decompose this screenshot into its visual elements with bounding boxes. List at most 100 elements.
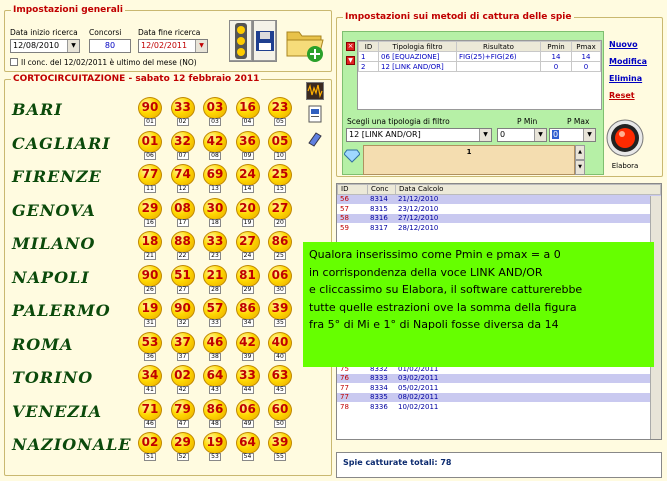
col-risultato[interactable]: Risultato: [456, 41, 541, 52]
chart-side-icon[interactable]: [306, 82, 324, 100]
chevron-down-icon[interactable]: ▼: [195, 40, 207, 52]
number-bulb[interactable]: 79 47: [170, 398, 195, 429]
number-bulb[interactable]: 86 34: [235, 298, 260, 328]
result-scroll-down[interactable]: ▼: [575, 160, 585, 175]
number-bulb[interactable]: 69 13: [203, 164, 227, 194]
gem-icon[interactable]: [343, 149, 361, 163]
last-of-month-checkbox[interactable]: [10, 58, 18, 66]
table-row[interactable]: 76 8333 03/02/2011: [337, 373, 661, 383]
number-bulb[interactable]: 37 37: [170, 331, 195, 362]
number-bulb[interactable]: 51 27: [170, 264, 195, 295]
number-bulb[interactable]: 33 44: [235, 365, 260, 395]
col-tipologia[interactable]: Tipologia filtro: [378, 41, 457, 52]
number-bulb[interactable]: 90 26: [138, 264, 162, 295]
col-data-calcolo[interactable]: Data Calcolo: [395, 184, 661, 195]
col-pmin[interactable]: Pmin: [540, 41, 572, 52]
col-pmax[interactable]: Pmax: [571, 41, 601, 52]
reset-link[interactable]: Reset: [609, 91, 659, 108]
delete-link[interactable]: Elimina: [609, 74, 659, 91]
number-bulb[interactable]: 64 43: [203, 365, 227, 395]
result-field[interactable]: 1: [363, 145, 575, 175]
number-bulb[interactable]: 86 25: [268, 231, 292, 261]
number-bulb[interactable]: 05 10: [268, 130, 292, 161]
table-row[interactable]: 77 8335 08/02/2011: [337, 392, 661, 402]
number-bulb[interactable]: 39 55: [268, 432, 292, 462]
remove-filter-icon[interactable]: ×: [346, 42, 355, 51]
number-bulb[interactable]: 40 40: [268, 331, 292, 362]
number-bulb[interactable]: 63 45: [268, 365, 292, 395]
chevron-down-icon[interactable]: ▼: [479, 129, 491, 141]
number-bulb[interactable]: 03 03: [203, 97, 227, 127]
save-button[interactable]: [253, 20, 277, 62]
number-bulb[interactable]: 90 01: [138, 97, 162, 127]
result-scroll-up[interactable]: ▲: [575, 145, 585, 160]
table-row[interactable]: 77 8334 05/02/2011: [337, 383, 661, 393]
table-row[interactable]: 2 12 [LINK AND/OR] 0 0: [358, 61, 601, 72]
number-bulb[interactable]: 24 14: [235, 164, 260, 194]
col-id[interactable]: ID: [337, 184, 368, 195]
number-bulb[interactable]: 90 32: [170, 298, 195, 328]
traffic-light-button[interactable]: [229, 20, 253, 62]
pmin-select[interactable]: 0 ▼: [497, 128, 547, 142]
elabora-button[interactable]: Elabora: [605, 118, 645, 172]
start-date-field[interactable]: 12/08/2010 ▼: [10, 39, 80, 53]
number-bulb[interactable]: 01 06: [138, 130, 162, 161]
number-bulb[interactable]: 34 41: [138, 365, 162, 395]
table-row[interactable]: 1 06 [EQUAZIONE] FIG(25)+FIG(26) 14 14: [358, 51, 601, 62]
number-bulb[interactable]: 81 29: [235, 264, 260, 295]
number-bulb[interactable]: 29 52: [170, 432, 195, 462]
eraser-side-icon[interactable]: [306, 130, 324, 148]
new-link[interactable]: Nuovo: [609, 40, 659, 57]
number-bulb[interactable]: 57 33: [203, 298, 227, 328]
table-row[interactable]: 57 8315 23/12/2010: [337, 204, 661, 214]
number-bulb[interactable]: 77 11: [138, 164, 162, 194]
end-date-field[interactable]: 12/02/2011 ▼: [138, 39, 208, 53]
number-bulb[interactable]: 23 05: [268, 97, 292, 127]
number-bulb[interactable]: 42 39: [235, 331, 260, 362]
table-row[interactable]: 78 8336 10/02/2011: [337, 402, 661, 412]
number-bulb[interactable]: 33 23: [203, 231, 227, 261]
number-bulb[interactable]: 74 12: [170, 164, 195, 194]
number-bulb[interactable]: 88 22: [170, 231, 195, 261]
table-row[interactable]: 58 8316 27/12/2010: [337, 213, 661, 223]
chevron-down-icon[interactable]: ▼: [67, 40, 79, 52]
number-bulb[interactable]: 29 16: [138, 197, 162, 228]
chevron-down-icon[interactable]: ▼: [534, 129, 546, 141]
number-bulb[interactable]: 71 46: [138, 398, 162, 429]
number-bulb[interactable]: 36 09: [235, 130, 260, 161]
add-folder-button[interactable]: [283, 20, 327, 64]
number-bulb[interactable]: 42 08: [203, 130, 227, 161]
number-bulb[interactable]: 27 24: [235, 231, 260, 261]
pmax-select[interactable]: 0 ▼: [549, 128, 596, 142]
number-bulb[interactable]: 33 02: [170, 97, 195, 127]
draws-input[interactable]: 80: [89, 39, 131, 53]
edit-link[interactable]: Modifica: [609, 57, 659, 74]
number-bulb[interactable]: 16 04: [235, 97, 260, 127]
number-bulb[interactable]: 02 51: [138, 432, 162, 462]
number-bulb[interactable]: 02 42: [170, 365, 195, 395]
number-bulb[interactable]: 20 19: [235, 197, 260, 228]
number-bulb[interactable]: 53 36: [138, 331, 162, 362]
col-conc[interactable]: Conc: [367, 184, 396, 195]
number-bulb[interactable]: 60 50: [268, 398, 292, 429]
number-bulb[interactable]: 06 30: [268, 264, 292, 295]
number-bulb[interactable]: 08 17: [170, 197, 195, 228]
number-bulb[interactable]: 06 49: [235, 398, 260, 429]
filter-type-select[interactable]: 12 [LINK AND/OR] ▼: [346, 128, 492, 142]
number-bulb[interactable]: 32 07: [170, 130, 195, 161]
number-bulb[interactable]: 86 48: [203, 398, 227, 429]
table-row[interactable]: 56 8314 21/12/2010: [337, 194, 661, 204]
col-id[interactable]: ID: [358, 41, 379, 52]
document-side-icon[interactable]: [306, 105, 324, 123]
number-bulb[interactable]: 46 38: [203, 331, 227, 362]
number-bulb[interactable]: 64 54: [235, 432, 260, 462]
number-bulb[interactable]: 18 21: [138, 231, 162, 261]
number-bulb[interactable]: 19 53: [203, 432, 227, 462]
chevron-down-icon[interactable]: ▼: [583, 129, 595, 141]
number-bulb[interactable]: 19 31: [138, 298, 162, 328]
number-bulb[interactable]: 39 35: [268, 298, 292, 328]
move-filter-icon[interactable]: ▼: [346, 56, 355, 65]
number-bulb[interactable]: 30 18: [203, 197, 227, 228]
table-row[interactable]: 59 8317 28/12/2010: [337, 223, 661, 233]
number-bulb[interactable]: 21 28: [203, 264, 227, 295]
